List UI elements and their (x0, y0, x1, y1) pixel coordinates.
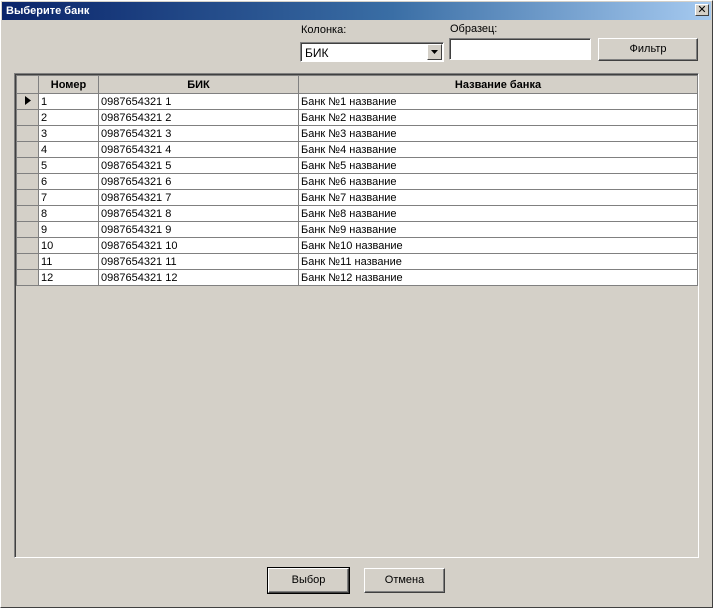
table-header-row: Номер БИК Название банка (16, 75, 698, 94)
column-select-dropdown-button[interactable] (427, 44, 442, 60)
cell-number[interactable]: 4 (38, 141, 99, 158)
cell-bik[interactable]: 0987654321 12 (98, 269, 299, 286)
row-indicator[interactable] (16, 109, 39, 126)
row-pointer-icon (24, 95, 31, 105)
cell-bik[interactable]: 0987654321 11 (98, 253, 299, 270)
table-row[interactable]: 3 0987654321 3 Банк №3 название (16, 125, 698, 142)
cell-number[interactable]: 12 (38, 269, 99, 286)
row-indicator[interactable] (16, 269, 39, 286)
table-row[interactable]: 1 0987654321 1 Банк №1 название (16, 93, 698, 110)
cell-bank-name[interactable]: Банк №9 название (298, 221, 698, 238)
close-button[interactable]: ✕ (695, 4, 709, 16)
row-indicator[interactable] (16, 141, 39, 158)
table-row[interactable]: 8 0987654321 8 Банк №8 название (16, 205, 698, 222)
column-select[interactable]: БИК (300, 42, 444, 62)
cell-bik[interactable]: 0987654321 1 (98, 93, 299, 110)
cell-number[interactable]: 2 (38, 109, 99, 126)
cell-number[interactable]: 7 (38, 189, 99, 206)
cell-number[interactable]: 9 (38, 221, 99, 238)
pattern-input[interactable] (449, 38, 591, 60)
cell-bik[interactable]: 0987654321 2 (98, 109, 299, 126)
table-row[interactable]: 11 0987654321 11 Банк №11 название (16, 253, 698, 270)
cell-bank-name[interactable]: Банк №11 название (298, 253, 698, 270)
cell-number[interactable]: 1 (38, 93, 99, 110)
row-indicator[interactable] (16, 93, 39, 110)
cancel-button[interactable]: Отмена (364, 568, 445, 593)
table-row[interactable]: 12 0987654321 12 Банк №12 название (16, 269, 698, 286)
title-bar[interactable]: Выберите банк ✕ (2, 2, 711, 20)
pattern-label: Образец: (450, 23, 498, 35)
cell-number[interactable]: 11 (38, 253, 99, 270)
column-header-bank-name[interactable]: Название банка (298, 75, 698, 94)
column-label: Колонка: (301, 24, 347, 36)
row-indicator[interactable] (16, 157, 39, 174)
row-indicator[interactable] (16, 253, 39, 270)
row-indicator[interactable] (16, 205, 39, 222)
indicator-header (16, 75, 39, 94)
table-row[interactable]: 7 0987654321 7 Банк №7 название (16, 189, 698, 206)
row-indicator[interactable] (16, 221, 39, 238)
close-icon: ✕ (697, 4, 707, 16)
cell-bank-name[interactable]: Банк №2 название (298, 109, 698, 126)
column-header-number[interactable]: Номер (38, 75, 99, 94)
cell-number[interactable]: 3 (38, 125, 99, 142)
cell-bank-name[interactable]: Банк №8 название (298, 205, 698, 222)
cell-number[interactable]: 8 (38, 205, 99, 222)
table-row[interactable]: 5 0987654321 5 Банк №5 название (16, 157, 698, 174)
table-row[interactable]: 2 0987654321 2 Банк №2 название (16, 109, 698, 126)
table-row[interactable]: 9 0987654321 9 Банк №9 название (16, 221, 698, 238)
cell-bik[interactable]: 0987654321 8 (98, 205, 299, 222)
cell-bank-name[interactable]: Банк №10 название (298, 237, 698, 254)
cell-bank-name[interactable]: Банк №3 название (298, 125, 698, 142)
row-indicator[interactable] (16, 173, 39, 190)
select-button[interactable]: Выбор (267, 567, 350, 594)
cell-bank-name[interactable]: Банк №5 название (298, 157, 698, 174)
cell-bik[interactable]: 0987654321 3 (98, 125, 299, 142)
cell-bank-name[interactable]: Банк №4 название (298, 141, 698, 158)
cell-bank-name[interactable]: Банк №12 название (298, 269, 698, 286)
cell-bik[interactable]: 0987654321 9 (98, 221, 299, 238)
bank-select-dialog: Выберите банк ✕ Колонка: БИК Образец: Фи… (0, 0, 713, 608)
column-header-bik[interactable]: БИК (98, 75, 299, 94)
row-indicator[interactable] (16, 237, 39, 254)
cell-bik[interactable]: 0987654321 7 (98, 189, 299, 206)
cell-bank-name[interactable]: Банк №1 название (298, 93, 698, 110)
cell-number[interactable]: 6 (38, 173, 99, 190)
cell-bank-name[interactable]: Банк №7 название (298, 189, 698, 206)
banks-grid[interactable]: Номер БИК Название банка 1 0987654321 1 Ба… (14, 73, 699, 558)
row-indicator[interactable] (16, 189, 39, 206)
cell-bank-name[interactable]: Банк №6 название (298, 173, 698, 190)
banks-table: Номер БИК Название банка 1 0987654321 1 Ба… (16, 75, 698, 286)
filter-button[interactable]: Фильтр (598, 38, 698, 61)
cell-number[interactable]: 10 (38, 237, 99, 254)
table-row[interactable]: 10 0987654321 10 Банк №10 название (16, 237, 698, 254)
row-indicator[interactable] (16, 125, 39, 142)
cell-bik[interactable]: 0987654321 5 (98, 157, 299, 174)
table-row[interactable]: 6 0987654321 6 Банк №6 название (16, 173, 698, 190)
column-select-value: БИК (305, 46, 329, 60)
window-title: Выберите банк (6, 5, 90, 17)
cell-bik[interactable]: 0987654321 10 (98, 237, 299, 254)
cell-bik[interactable]: 0987654321 6 (98, 173, 299, 190)
cell-number[interactable]: 5 (38, 157, 99, 174)
chevron-down-icon (431, 50, 438, 54)
cell-bik[interactable]: 0987654321 4 (98, 141, 299, 158)
table-row[interactable]: 4 0987654321 4 Банк №4 название (16, 141, 698, 158)
